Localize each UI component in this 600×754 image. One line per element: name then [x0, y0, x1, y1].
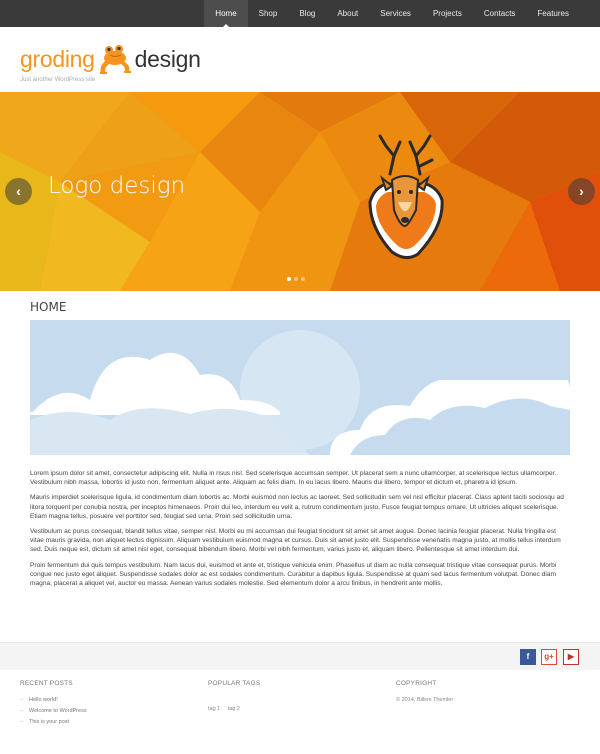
frog-icon [99, 45, 131, 74]
logo-text-groding: groding [20, 45, 95, 72]
slider-dot[interactable] [301, 277, 305, 281]
slide-title: Logo design [48, 173, 186, 199]
recent-post-link[interactable]: Hello world! [20, 697, 87, 703]
footer-copyright: COPYRIGHT © 2014, Billion Themler [396, 680, 453, 703]
chevron-right-icon[interactable]: › [568, 178, 595, 205]
nav-item-about[interactable]: About [326, 0, 369, 27]
tag-link[interactable]: tag 1 [208, 706, 220, 712]
recent-post-link[interactable]: Welcome to WordPress [20, 708, 87, 714]
nav-item-home[interactable]: Home [204, 0, 248, 27]
googleplus-icon[interactable]: g+ [541, 649, 557, 665]
nav-item-shop[interactable]: Shop [248, 0, 289, 27]
paragraph: Proin fermentum dui quis tempus vestibul… [30, 561, 557, 588]
paragraph: Vestibulum ac purus consequat, blandit t… [30, 528, 561, 554]
nav-item-projects[interactable]: Projects [422, 0, 473, 27]
chevron-left-icon[interactable]: ‹ [5, 178, 32, 205]
nav-item-contacts[interactable]: Contacts [473, 0, 527, 27]
site-tagline: Just another WordPress site [20, 77, 96, 83]
hero-slider: Logo design ‹ › [0, 92, 600, 291]
copyright-text: © 2014, Billion Themler [396, 697, 454, 703]
slider-dot[interactable] [287, 277, 291, 281]
recent-posts-list: Hello world! Welcome to WordPress This i… [20, 697, 87, 725]
slider-dot[interactable] [294, 277, 298, 281]
footer-popular-tags: POPULAR TAGS tag 1 tag 2 [208, 680, 260, 715]
hero-image [30, 320, 570, 455]
top-navbar: Home Shop Blog About Services Projects C… [0, 0, 600, 27]
site-header: groding design Just another WordPress si… [0, 27, 600, 92]
footer-recent-posts: RECENT POSTS Hello world! Welcome to Wor… [20, 680, 87, 730]
footer-heading: POPULAR TAGS [208, 680, 261, 687]
clouds-illustration [30, 320, 570, 455]
nav-item-features[interactable]: Features [526, 0, 580, 27]
footer-heading: RECENT POSTS [20, 680, 73, 687]
logo-text-design: design [134, 45, 201, 72]
slider-pagination [287, 277, 305, 281]
recent-post-link[interactable]: This is your post [20, 719, 87, 725]
tag-link[interactable]: tag 2 [228, 706, 240, 712]
page-title: HOME [30, 300, 67, 314]
deer-head-icon [368, 134, 444, 259]
site-footer: RECENT POSTS Hello world! Welcome to Wor… [0, 670, 600, 754]
article-body: Lorem ipsum dolor sit amet, consectetur … [30, 469, 570, 594]
tag-list: tag 1 tag 2 [208, 697, 260, 715]
facebook-icon[interactable]: f [520, 649, 536, 665]
paragraph: Mauris imperdiet scelerisque ligula, id … [30, 494, 564, 520]
nav-item-blog[interactable]: Blog [288, 0, 326, 27]
youtube-icon[interactable]: ▶ [563, 649, 579, 665]
paragraph: Lorem ipsum dolor sit amet, consectetur … [30, 470, 557, 487]
main-nav: Home Shop Blog About Services Projects C… [204, 0, 580, 27]
site-logo[interactable]: groding design [20, 41, 201, 77]
social-bar: f g+ ▶ [0, 642, 600, 671]
nav-item-services[interactable]: Services [369, 0, 422, 27]
footer-heading: COPYRIGHT [396, 680, 437, 687]
